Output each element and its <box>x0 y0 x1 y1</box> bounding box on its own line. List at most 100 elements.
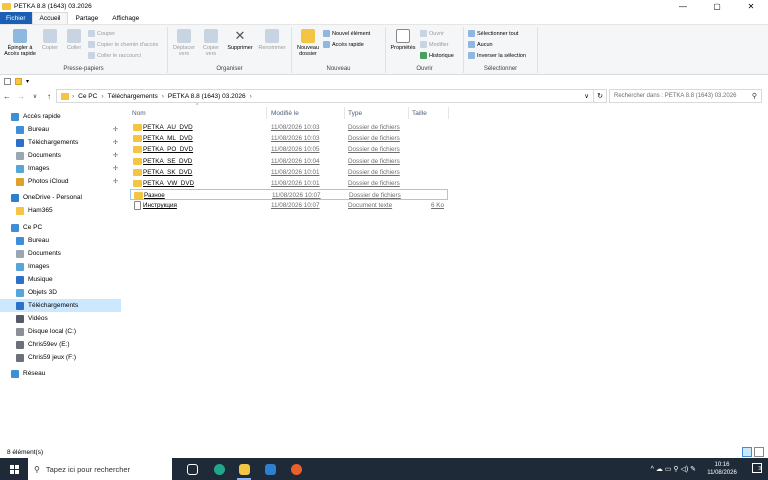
nav-item[interactable]: Documents ✢ <box>0 149 121 162</box>
file-type: Dossier de fichiers <box>349 192 401 200</box>
file-explorer-icon[interactable] <box>232 458 256 480</box>
nav-item[interactable]: Disque local (C:) <box>0 325 121 338</box>
nav-item[interactable]: Ham365 <box>0 204 121 217</box>
nav-item[interactable]: Musique <box>0 273 121 286</box>
notification-icon[interactable]: 3 <box>752 463 762 473</box>
properties-qat-icon[interactable] <box>4 77 11 85</box>
column-header-type[interactable]: Type <box>348 107 362 119</box>
task-view-icon[interactable] <box>180 458 204 480</box>
edge-icon[interactable] <box>207 458 231 480</box>
nav-item[interactable]: Images <box>0 260 121 273</box>
table-row[interactable]: PETKA_ML_DVD 11/08/2026 10:03 Dossier de f… <box>130 133 448 144</box>
move-to-button[interactable]: Déplacer vers <box>171 29 197 57</box>
history-button[interactable]: Historique <box>420 52 454 59</box>
rename-button[interactable]: Renommer <box>256 29 288 51</box>
breadcrumb-downloads[interactable]: Téléchargements <box>108 93 158 100</box>
column-header-name[interactable]: Nom <box>132 107 146 119</box>
new-item-button[interactable]: Nouvel élément <box>323 30 370 37</box>
delete-button[interactable]: ✕ Supprimer <box>225 29 255 52</box>
forward-arrow-icon[interactable]: → <box>14 92 28 101</box>
table-row[interactable]: PETKA_SE_DVD 11/08/2026 10:04 Dossier de f… <box>130 156 448 167</box>
copy-icon <box>43 29 57 43</box>
nav-item[interactable]: Accès rapide <box>0 110 121 123</box>
customize-qat-icon[interactable]: ▾ <box>26 78 29 85</box>
firefox-icon[interactable] <box>284 458 308 480</box>
address-bar[interactable]: › Ce PC › Téléchargements › PETKA 8.8 (1… <box>56 89 594 103</box>
copy-path-button[interactable]: Copier le chemin d'accès <box>88 41 158 48</box>
nav-item[interactable]: Vidéos <box>0 312 121 325</box>
pin-icon: ✢ <box>112 179 118 185</box>
large-icons-view-icon[interactable] <box>754 447 764 457</box>
nav-item-label: Disque local (C:) <box>28 328 77 335</box>
table-row[interactable]: PETKA_VW_DVD 11/08/2026 10:01 Dossier de f… <box>130 178 448 189</box>
easy-access-icon <box>323 41 330 48</box>
nav-item[interactable]: Images ✢ <box>0 162 121 175</box>
paste-button[interactable]: Coller <box>64 29 84 51</box>
open-button[interactable]: Ouvrir <box>420 30 444 37</box>
tab-accueil[interactable]: Accueil <box>31 12 69 24</box>
invert-selection-button[interactable]: Inverser la sélection <box>468 52 526 59</box>
tab-affichage[interactable]: Affichage <box>105 12 146 24</box>
up-arrow-icon[interactable]: ↑ <box>42 92 56 101</box>
new-folder-button[interactable]: Nouveau dossier <box>294 29 322 57</box>
table-row[interactable]: PETKA_AU_DVD 11/08/2026 10:03 Dossier de f… <box>130 122 448 133</box>
breadcrumb-petka[interactable]: PETKA 8.8 (1643) 03.2026 <box>168 93 246 100</box>
column-header-size[interactable]: Taille <box>412 107 427 119</box>
back-arrow-icon[interactable]: ← <box>0 92 14 101</box>
properties-button[interactable]: Propriétés <box>388 29 418 51</box>
nav-item-label: Téléchargements <box>28 139 79 146</box>
nav-item[interactable]: Téléchargements <box>0 299 121 312</box>
start-button[interactable] <box>0 458 28 480</box>
pin-quick-access-button[interactable]: Épingler à Accès rapide <box>4 29 36 57</box>
nav-item[interactable]: Chris59 jeux (F:) <box>0 351 121 364</box>
edit-button[interactable]: Modifier <box>420 41 449 48</box>
search-icon: ⚲ <box>751 93 757 100</box>
nav-item[interactable]: Chris59ev (E:) <box>0 338 121 351</box>
column-header-modified[interactable]: Modifié le <box>271 107 299 119</box>
nav-item[interactable]: Photos iCloud ✢ <box>0 175 121 188</box>
nav-item[interactable]: Bureau <box>0 234 121 247</box>
file-name: PETKA_SE_DVD <box>143 157 193 165</box>
breadcrumb-ce-pc[interactable]: Ce PC <box>78 93 97 100</box>
cut-button[interactable]: Couper <box>88 30 115 37</box>
minimize-button[interactable]: — <box>666 0 700 12</box>
table-row[interactable]: PETKA_PO_DVD 11/08/2026 10:05 Dossier de f… <box>130 144 448 155</box>
search-input[interactable]: Rechercher dans : PETKA 8.8 (1643) 03.20… <box>609 89 762 103</box>
select-none-button[interactable]: Aucun <box>468 41 493 48</box>
drive-icon <box>16 327 24 336</box>
table-row[interactable]: Инструкция 11/08/2026 10:07 Document texte… <box>130 200 448 211</box>
nav-item[interactable]: Téléchargements ✢ <box>0 136 121 149</box>
copy-button[interactable]: Copier <box>40 29 60 51</box>
new-folder-qat-icon[interactable] <box>15 77 22 85</box>
chevron-down-icon[interactable]: ∨ <box>584 92 589 100</box>
paste-shortcut-button[interactable]: Coller le raccourci <box>88 52 141 59</box>
details-view-icon[interactable] <box>742 447 752 457</box>
mail-icon[interactable] <box>258 458 282 480</box>
file-modified: 11/08/2026 10:03 <box>271 135 320 143</box>
nav-item[interactable]: Documents <box>0 247 121 260</box>
close-button[interactable]: ✕ <box>734 0 768 12</box>
nav-item[interactable]: OneDrive - Personal <box>0 191 121 204</box>
tab-partage[interactable]: Partage <box>68 12 105 24</box>
copy-to-button[interactable]: Copier vers <box>198 29 224 57</box>
easy-access-button[interactable]: Accès rapide <box>323 41 364 48</box>
table-row[interactable]: Разное 11/08/2026 10:07 Dossier de fichier… <box>130 189 448 201</box>
folder-icon <box>133 124 142 131</box>
tab-fichier[interactable]: Fichier <box>0 12 32 24</box>
folder-icon <box>16 206 24 215</box>
nav-item[interactable]: Réseau <box>0 367 121 380</box>
nav-item[interactable]: Objets 3D <box>0 286 121 299</box>
ribbon: Épingler à Accès rapide Copier Coller Co… <box>0 25 768 75</box>
nav-item[interactable]: Bureau ✢ <box>0 123 121 136</box>
recent-locations-icon[interactable]: ∨ <box>28 93 42 100</box>
nav-item[interactable]: Ce PC <box>0 221 121 234</box>
pin-icon: ✢ <box>112 153 118 159</box>
refresh-icon[interactable]: ↻ <box>594 89 607 103</box>
nav-item-label: Images <box>28 263 50 270</box>
clock[interactable]: 10:16 11/08/2026 <box>702 461 742 477</box>
table-row[interactable]: PETKA_SK_DVD 11/08/2026 10:01 Dossier de f… <box>130 167 448 178</box>
select-all-button[interactable]: Sélectionner tout <box>468 30 518 37</box>
tray-icons[interactable]: ^ ☁ ▭ ⚲ ◁) ✎ <box>651 465 696 473</box>
taskbar-search[interactable]: ⚲ Tapez ici pour rechercher <box>28 458 172 480</box>
maximize-button[interactable]: ▢ <box>700 0 734 12</box>
